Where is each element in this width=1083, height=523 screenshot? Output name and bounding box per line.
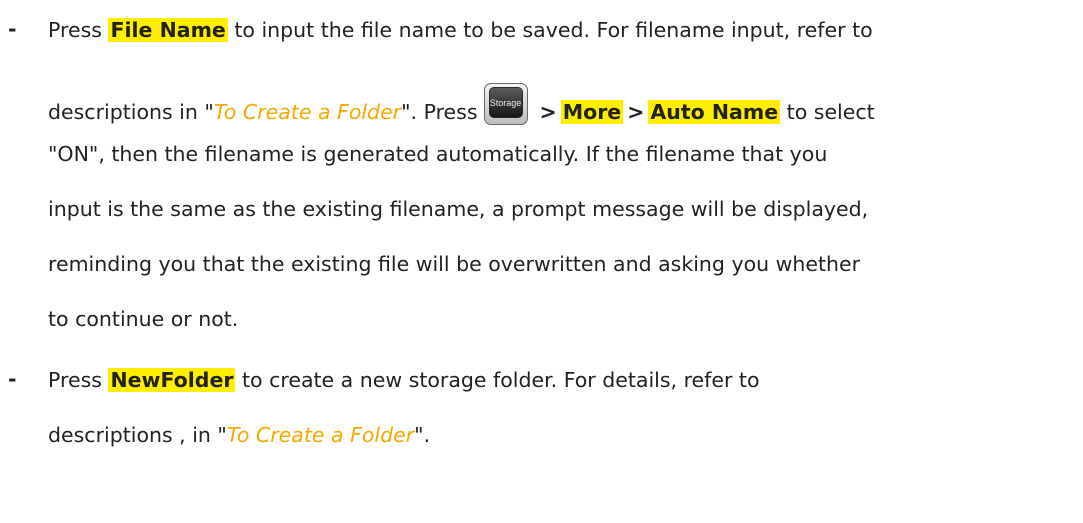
bullet-marker: - — [8, 17, 17, 41]
text-segment: descriptions , in " — [48, 423, 227, 447]
bullet-marker: - — [8, 367, 17, 391]
file-name-softkey: File Name — [108, 18, 228, 42]
text-line: Press NewFolder to create a new storage … — [48, 367, 760, 393]
text-segment: ". Press — [401, 100, 478, 124]
text-segment: ". — [414, 423, 431, 447]
more-softkey: More — [560, 100, 624, 124]
text-line: to continue or not. — [48, 306, 238, 332]
text-segment: to input the file name to be saved. For … — [227, 18, 873, 42]
text-segment: to create a new storage folder. For deta… — [235, 368, 760, 392]
text-line: input is the same as the existing filena… — [48, 196, 868, 222]
to-create-a-folder-link[interactable]: To Create a Folder — [214, 100, 401, 124]
auto-name-softkey: Auto Name — [648, 100, 781, 124]
menu-separator: > — [627, 100, 645, 124]
text-segment: reminding you that the existing file wil… — [48, 252, 861, 276]
storage-key-icon: Storage — [483, 83, 528, 125]
text-segment: Press — [48, 368, 109, 392]
to-create-a-folder-link[interactable]: To Create a Folder — [227, 423, 414, 447]
text-segment: Press — [48, 18, 109, 42]
menu-separator: > — [539, 100, 557, 124]
storage-key-label: Storage — [488, 87, 523, 118]
text-segment: to continue or not. — [48, 307, 239, 331]
text-line: Press File Name to input the file name t… — [48, 17, 873, 43]
text-segment: input is the same as the existing filena… — [48, 197, 869, 221]
text-line: descriptions in "To Create a Folder". Pr… — [48, 83, 875, 125]
new-folder-softkey: NewFolder — [108, 368, 236, 392]
text-line: reminding you that the existing file wil… — [48, 251, 860, 277]
text-segment: "ON", then the filename is generated aut… — [48, 142, 828, 166]
text-line: descriptions , in "To Create a Folder". — [48, 422, 430, 448]
text-segment: descriptions in " — [48, 100, 214, 124]
text-line: "ON", then the filename is generated aut… — [48, 141, 827, 167]
text-segment: to select — [780, 100, 875, 124]
